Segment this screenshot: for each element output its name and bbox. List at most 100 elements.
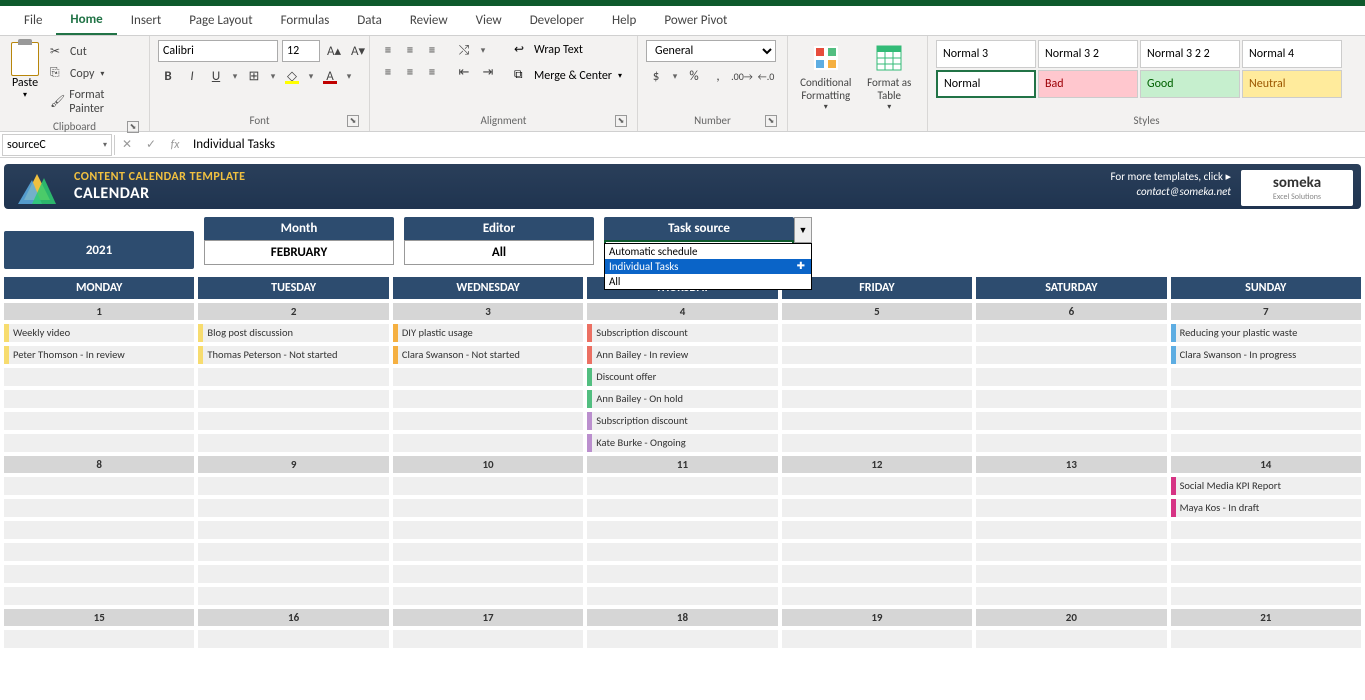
tab-developer[interactable]: Developer: [516, 7, 598, 34]
task-item[interactable]: Peter Thomson - In review: [4, 346, 194, 364]
dropdown-option[interactable]: Automatic schedule: [605, 244, 811, 259]
task-item[interactable]: Kate Burke - Ongoing: [587, 434, 777, 452]
empty-slot: [393, 412, 583, 430]
task-item[interactable]: Blog post discussion: [198, 324, 388, 342]
style-good[interactable]: Good: [1140, 70, 1240, 98]
align-middle-icon[interactable]: ≡: [400, 40, 420, 60]
cut-button[interactable]: ✂Cut: [46, 42, 141, 62]
align-left-icon[interactable]: ≡: [378, 62, 398, 82]
align-bottom-icon[interactable]: ≡: [422, 40, 442, 60]
orientation-icon[interactable]: ⤭: [454, 40, 474, 60]
number-dialog-icon[interactable]: ⬊: [765, 115, 777, 127]
worksheet[interactable]: CONTENT CALENDAR TEMPLATE CALENDAR For m…: [0, 158, 1365, 700]
align-top-icon[interactable]: ≡: [378, 40, 398, 60]
font-dialog-icon[interactable]: ⬊: [347, 115, 359, 127]
task-item[interactable]: Weekly video: [4, 324, 194, 342]
tab-review[interactable]: Review: [396, 7, 462, 34]
tab-formulas[interactable]: Formulas: [267, 7, 344, 34]
align-right-icon[interactable]: ≡: [422, 62, 442, 82]
task-item[interactable]: Ann Bailey - In review: [587, 346, 777, 364]
task-item[interactable]: Reducing your plastic waste: [1171, 324, 1361, 342]
empty-slot: [976, 412, 1166, 430]
align-center-icon[interactable]: ≡: [400, 62, 420, 82]
more-templates-link[interactable]: For more templates, click ▸: [1111, 170, 1232, 183]
task-item[interactable]: Clara Swanson - Not started: [393, 346, 583, 364]
fill-color-button[interactable]: ◇: [282, 66, 302, 86]
paste-button[interactable]: Paste ▾: [8, 40, 42, 100]
tab-home[interactable]: Home: [56, 6, 116, 35]
merge-center-button[interactable]: ⧉Merge & Center▾: [510, 66, 626, 86]
day-header: SATURDAY: [976, 277, 1166, 299]
day-number: 14: [1171, 456, 1361, 473]
bold-button[interactable]: B: [158, 66, 178, 86]
format-painter-button[interactable]: 🖌Format Painter: [46, 86, 141, 118]
italic-button[interactable]: I: [182, 66, 202, 86]
conditional-formatting-button[interactable]: Conditional Formatting▾: [796, 40, 856, 112]
task-item[interactable]: Ann Bailey - On hold: [587, 390, 777, 408]
style-bad[interactable]: Bad: [1038, 70, 1138, 98]
dropdown-button[interactable]: ▼: [794, 217, 812, 243]
tab-power-pivot[interactable]: Power Pivot: [650, 7, 741, 34]
month-value[interactable]: FEBRUARY: [204, 240, 394, 265]
ribbon-tabs: FileHomeInsertPage LayoutFormulasDataRev…: [0, 6, 1365, 36]
increase-indent-icon[interactable]: ⇥: [478, 62, 498, 82]
formula-input[interactable]: [187, 134, 1365, 156]
font-color-button[interactable]: A: [320, 66, 340, 86]
copy-button[interactable]: ⎘Copy▾: [46, 64, 141, 84]
alignment-dialog-icon[interactable]: ⬊: [615, 115, 627, 127]
percent-format-icon[interactable]: %: [684, 66, 704, 86]
tab-file[interactable]: File: [10, 7, 56, 34]
tab-view[interactable]: View: [462, 7, 516, 34]
task-item[interactable]: DIY plastic usage: [393, 324, 583, 342]
tab-help[interactable]: Help: [598, 7, 650, 34]
day-number: 11: [587, 456, 777, 473]
task-item[interactable]: Subscription discount: [587, 324, 777, 342]
task-item[interactable]: Clara Swanson - In progress: [1171, 346, 1361, 364]
empty-slot: [976, 499, 1166, 517]
enter-formula-icon[interactable]: ✓: [139, 137, 163, 152]
empty-slot: [976, 587, 1166, 605]
style-neutral[interactable]: Neutral: [1242, 70, 1342, 98]
style-normal-3-2[interactable]: Normal 3 2: [1038, 40, 1138, 68]
decrease-font-icon[interactable]: A▾: [348, 41, 368, 61]
font-size-select[interactable]: [282, 40, 320, 62]
underline-button[interactable]: U: [206, 66, 226, 86]
task-item[interactable]: Social Media KPI Report: [1171, 477, 1361, 495]
dropdown-option[interactable]: Individual Tasks: [605, 259, 811, 274]
comma-format-icon[interactable]: ,: [708, 66, 728, 86]
editor-value[interactable]: All: [404, 240, 594, 265]
empty-slot: [393, 565, 583, 583]
format-as-table-button[interactable]: Format as Table▾: [860, 40, 920, 112]
empty-slot: [198, 543, 388, 561]
task-item[interactable]: Maya Kos - In draft: [1171, 499, 1361, 517]
cancel-formula-icon[interactable]: ✕: [115, 137, 139, 152]
style-normal-4[interactable]: Normal 4: [1242, 40, 1342, 68]
decrease-decimal-icon[interactable]: ←.0: [756, 66, 776, 86]
task-item[interactable]: Subscription discount: [587, 412, 777, 430]
task-item[interactable]: Discount offer: [587, 368, 777, 386]
style-normal[interactable]: Normal: [936, 70, 1036, 98]
cell-styles-gallery[interactable]: Normal 3Normal 3 2Normal 3 2 2Normal 4 No…: [936, 40, 1342, 98]
style-normal-3-2-2[interactable]: Normal 3 2 2: [1140, 40, 1240, 68]
style-normal-3[interactable]: Normal 3: [936, 40, 1036, 68]
fx-icon[interactable]: fx: [163, 138, 187, 152]
tab-data[interactable]: Data: [343, 7, 396, 34]
editor-control: Editor All: [404, 217, 594, 265]
increase-font-icon[interactable]: A▴: [324, 41, 344, 61]
dropdown-list[interactable]: Automatic scheduleIndividual TasksAll: [604, 243, 812, 290]
accounting-format-icon[interactable]: $: [646, 66, 666, 86]
name-box[interactable]: sourceC▾: [2, 134, 112, 156]
font-name-select[interactable]: [158, 40, 278, 62]
tab-page-layout[interactable]: Page Layout: [175, 7, 266, 34]
contact-email: contact@someka.net: [1111, 185, 1232, 198]
tab-insert[interactable]: Insert: [117, 7, 176, 34]
dropdown-option[interactable]: All: [605, 274, 811, 289]
wrap-text-button[interactable]: ↩Wrap Text: [510, 40, 626, 60]
task-item[interactable]: Thomas Peterson - Not started: [198, 346, 388, 364]
decrease-indent-icon[interactable]: ⇤: [454, 62, 474, 82]
number-format-select[interactable]: General: [646, 40, 776, 62]
empty-slot: [4, 368, 194, 386]
border-button[interactable]: ⊞: [244, 66, 264, 86]
clipboard-dialog-icon[interactable]: ⬊: [127, 121, 139, 133]
increase-decimal-icon[interactable]: .00→: [732, 66, 752, 86]
